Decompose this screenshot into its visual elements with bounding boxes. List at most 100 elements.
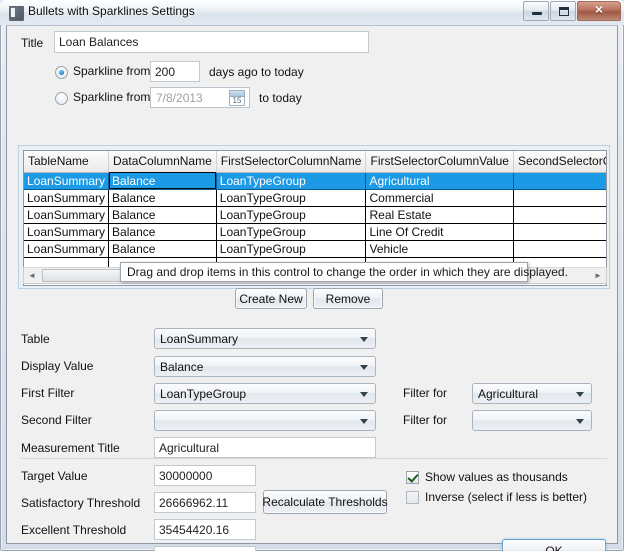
grid-table: TableName DataColumnName FirstSelectorColu… <box>24 151 606 275</box>
display-value-combobox[interactable]: Balance <box>154 356 376 377</box>
calendar-icon[interactable]: 15 <box>229 89 245 106</box>
table-row[interactable]: LoanSummary Balance LoanTypeGroup Real Esta… <box>24 206 606 224</box>
table-cell[interactable]: Balance <box>108 172 217 190</box>
display-value-combobox-value: Balance <box>160 359 204 374</box>
recalculate-thresholds-button[interactable]: Recalculate Thresholds <box>262 490 388 514</box>
table-cell[interactable] <box>513 240 606 258</box>
sparkline-days-suffix: days ago to today <box>209 65 304 79</box>
inverse-row[interactable]: Inverse (select if less is better) <box>406 490 616 506</box>
remove-button[interactable]: Remove <box>313 288 383 309</box>
first-filter-combobox[interactable]: LoanTypeGroup <box>154 383 376 404</box>
close-icon: ✕ <box>594 4 604 17</box>
chevron-down-icon <box>360 391 368 397</box>
sparkline-date-radio[interactable] <box>55 92 68 105</box>
target-value-input[interactable]: 30000000 <box>154 465 256 486</box>
target-value-label: Target Value <box>21 469 88 483</box>
table-cell[interactable]: Balance <box>108 189 217 207</box>
title-bar[interactable]: Bullets with Sparklines Settings ✕ <box>0 0 624 25</box>
excellent-threshold-label: Excellent Threshold <box>21 523 127 537</box>
table-cell[interactable]: LoanSummary <box>24 223 110 241</box>
minimize-icon <box>532 12 542 15</box>
scroll-left-icon[interactable]: ◄ <box>24 268 40 283</box>
dialog-client-area: Title Loan Balances Sparkline from 200 d… <box>6 25 618 551</box>
grid-column-header[interactable]: TableName <box>24 151 110 173</box>
application-window: Bullets with Sparklines Settings ✕ Title… <box>0 0 624 551</box>
grid-column-header[interactable]: FirstSelectorColumnValue <box>365 151 514 173</box>
table-cell[interactable]: LoanTypeGroup <box>216 189 367 207</box>
grid-header: TableName DataColumnName FirstSelectorColu… <box>24 151 606 173</box>
table-cell[interactable]: LoanSummary <box>24 240 110 258</box>
window-title: Bullets with Sparklines Settings <box>28 4 195 18</box>
first-filter-for-combobox-value: Agricultural <box>478 386 539 401</box>
table-cell[interactable] <box>513 223 606 241</box>
satisfactory-threshold-label: Satisfactory Threshold <box>21 496 141 510</box>
table-cell[interactable]: LoanSummary <box>24 206 110 224</box>
table-cell[interactable]: Commercial <box>365 189 514 207</box>
chevron-down-icon <box>576 418 584 424</box>
table-cell[interactable]: Balance <box>108 206 217 224</box>
scroll-right-icon[interactable]: ► <box>590 268 606 283</box>
table-row[interactable]: LoanSummary Balance LoanTypeGroup Agricultu… <box>24 172 606 190</box>
table-cell[interactable]: LoanTypeGroup <box>216 240 367 258</box>
table-combobox-value: LoanSummary <box>160 331 239 346</box>
app-icon <box>9 6 24 21</box>
table-row[interactable]: LoanSummary Balance LoanTypeGroup Vehicle <box>24 240 606 258</box>
table-cell[interactable]: Agricultural <box>365 172 514 190</box>
table-cell[interactable]: LoanTypeGroup <box>216 172 367 190</box>
measurement-title-label: Measurement Title <box>21 441 120 455</box>
measurement-title-input[interactable]: Agricultural <box>154 437 376 458</box>
table-cell[interactable]: LoanSummary <box>24 172 110 190</box>
maximize-icon <box>559 7 569 16</box>
second-filter-for-combobox[interactable] <box>472 410 592 431</box>
table-cell[interactable]: LoanSummary <box>24 189 110 207</box>
sparkline-days-input[interactable]: 200 <box>150 61 200 82</box>
section-divider <box>21 458 607 459</box>
close-button[interactable]: ✕ <box>577 1 621 21</box>
grid-column-header[interactable]: DataColumnName <box>108 151 217 173</box>
show-thousands-label: Show values as thousands <box>425 470 568 484</box>
calendar-icon-day: 15 <box>232 95 242 105</box>
grid-column-header[interactable]: FirstSelectorColumnName <box>216 151 367 173</box>
show-thousands-row[interactable]: Show values as thousands <box>406 470 606 486</box>
table-cell[interactable] <box>513 172 606 190</box>
table-cell[interactable]: LoanTypeGroup <box>216 223 367 241</box>
table-cell[interactable] <box>513 206 606 224</box>
table-cell[interactable]: Vehicle <box>365 240 514 258</box>
second-filter-combobox[interactable] <box>154 410 376 431</box>
sparkline-date-suffix: to today <box>259 91 302 105</box>
create-new-button[interactable]: Create New <box>235 288 307 309</box>
display-value-label: Display Value <box>21 359 94 373</box>
table-cell[interactable]: LoanTypeGroup <box>216 206 367 224</box>
sparkline-date-picker[interactable]: 7/8/2013 15 <box>150 87 250 108</box>
sparkline-date-value: 7/8/2013 <box>156 90 203 105</box>
chevron-down-icon <box>576 391 584 397</box>
table-cell[interactable]: Line Of Credit <box>365 223 514 241</box>
inverse-checkbox[interactable] <box>406 491 419 504</box>
excellent-threshold-input[interactable]: 35454420.16 <box>154 519 256 540</box>
minimize-button[interactable] <box>523 1 549 21</box>
sparkline-days-radio[interactable] <box>55 66 68 79</box>
table-combobox[interactable]: LoanSummary <box>154 328 376 349</box>
table-cell[interactable]: Real Estate <box>365 206 514 224</box>
ok-button[interactable]: OK <box>502 539 606 551</box>
table-cell[interactable]: Balance <box>108 240 217 258</box>
caption-buttons: ✕ <box>522 1 621 21</box>
grid-body: LoanSummary Balance LoanTypeGroup Agricultu… <box>24 172 606 275</box>
grid-header-row: TableName DataColumnName FirstSelectorColu… <box>24 151 606 173</box>
table-cell[interactable] <box>513 189 606 207</box>
table-row[interactable]: LoanSummary Balance LoanTypeGroup Commercia… <box>24 189 606 207</box>
maximum-value-input[interactable]: 43192658.83 <box>154 546 256 551</box>
table-label: Table <box>21 332 50 346</box>
first-filter-for-label: Filter for <box>403 386 448 400</box>
first-filter-for-combobox[interactable]: Agricultural <box>472 383 592 404</box>
chevron-down-icon <box>360 364 368 370</box>
second-filter-for-label: Filter for <box>403 413 448 427</box>
table-row[interactable]: LoanSummary Balance LoanTypeGroup Line Of C… <box>24 223 606 241</box>
grid-column-header[interactable]: SecondSelectorColumnName <box>513 151 606 173</box>
maximize-button[interactable] <box>550 1 576 21</box>
show-thousands-checkbox[interactable] <box>406 471 419 484</box>
table-cell[interactable]: Balance <box>108 223 217 241</box>
satisfactory-threshold-input[interactable]: 26666962.11 <box>154 492 256 513</box>
inverse-label: Inverse (select if less is better) <box>425 490 588 504</box>
title-input[interactable]: Loan Balances <box>54 31 369 53</box>
